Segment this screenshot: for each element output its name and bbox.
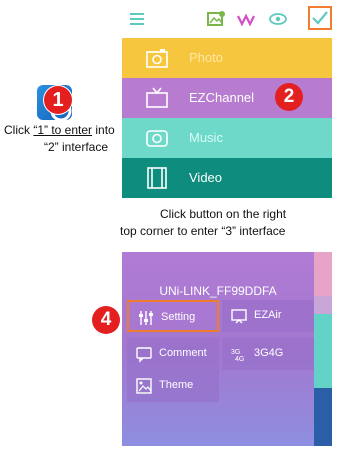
- side-strip: [314, 388, 332, 446]
- sliders-icon: [139, 311, 153, 325]
- 3g4g-label: 3G4G: [254, 347, 284, 359]
- 3g4g-button[interactable]: 3G 4G 3G4G: [222, 338, 314, 370]
- instruction-underlined: “1” to enter: [33, 123, 93, 137]
- instruction-prefix: Click: [4, 123, 34, 137]
- camera-icon: [146, 49, 168, 68]
- comment-button[interactable]: Comment: [127, 338, 219, 370]
- checkmark-icon: [312, 11, 328, 25]
- menu-item-music[interactable]: Music: [122, 118, 332, 158]
- menu-item-photo[interactable]: Photo: [122, 38, 332, 78]
- device-name: UNi-LINK_FF99DDFA: [159, 284, 277, 298]
- instruction-suffix: into: [92, 123, 115, 137]
- settings-menu-screen: UNi-LINK_FF99DDFA Setting EZAir Comment …: [122, 252, 332, 446]
- tv-icon: [146, 87, 168, 108]
- film-icon: [147, 167, 167, 189]
- more-button[interactable]: [308, 6, 332, 30]
- theme-label: Theme: [159, 379, 194, 391]
- eye-icon[interactable]: [268, 10, 288, 28]
- ezair-button[interactable]: EZAir: [222, 300, 314, 332]
- step-badge-4: 4: [92, 306, 120, 334]
- setting-label: Setting: [161, 311, 196, 323]
- setting-button[interactable]: Setting: [127, 300, 219, 332]
- menu-item-label: Music: [189, 130, 223, 145]
- comment-label: Comment: [159, 347, 207, 359]
- caption-line-1: Click button on the right: [160, 207, 287, 221]
- svg-text:4G: 4G: [235, 356, 244, 363]
- network-icon: 3G 4G: [231, 349, 244, 363]
- instruction-line-1: Click “1” to enter into: [4, 123, 115, 137]
- menu-item-label: Photo: [189, 50, 223, 65]
- speaker-icon: [146, 130, 168, 147]
- svg-text:3G: 3G: [231, 349, 240, 356]
- top-toolbar: [122, 0, 332, 38]
- add-photo-icon[interactable]: [206, 10, 226, 28]
- menu-icon[interactable]: [128, 10, 148, 28]
- instruction-line-2: “2” interface: [44, 140, 109, 154]
- side-strip: [314, 252, 332, 296]
- menu-item-video[interactable]: Video: [122, 158, 332, 198]
- menu-item-label: EZChannel: [189, 90, 255, 105]
- menu-item-label: Video: [189, 170, 223, 185]
- step-badge-1: 1: [44, 86, 72, 114]
- step-badge-2: 2: [275, 83, 303, 111]
- comment-icon: [136, 347, 152, 363]
- wave-icon[interactable]: [236, 10, 256, 28]
- cast-icon: [231, 309, 247, 324]
- caption-line-2: top corner to enter “3” interface: [120, 224, 286, 238]
- side-strip: [314, 314, 332, 388]
- image-icon: [136, 378, 152, 394]
- ezair-label: EZAir: [254, 309, 282, 321]
- theme-button[interactable]: Theme: [127, 370, 219, 402]
